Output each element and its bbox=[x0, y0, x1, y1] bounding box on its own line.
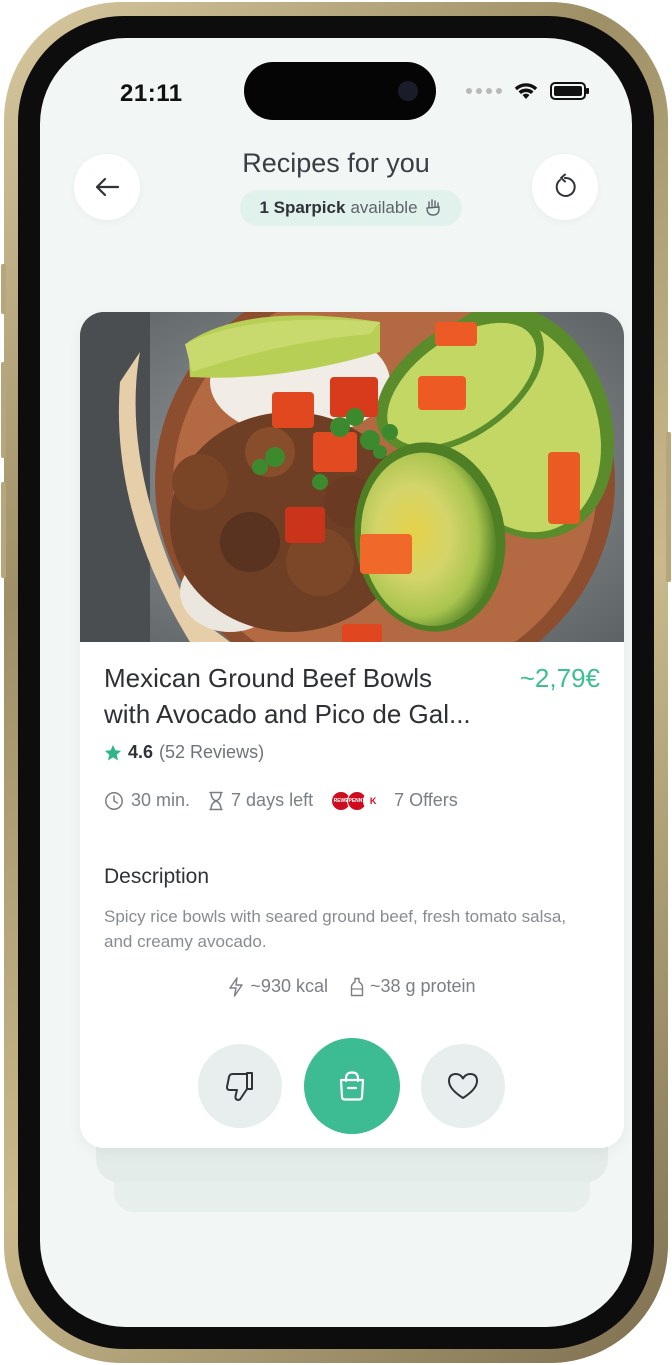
cellular-signal-icon bbox=[466, 88, 502, 94]
meta-row: 30 min. 7 days left REWE PENNY K 7 Offer… bbox=[104, 790, 458, 811]
phone-frame: 21:11 Recipes for you 1 Sparpick availab… bbox=[1, 2, 671, 1363]
volume-up-button bbox=[1, 362, 6, 458]
battery-icon bbox=[550, 82, 589, 100]
power-button bbox=[666, 432, 671, 582]
recipe-title-line-2: with Avocado and Pico de Gal... bbox=[104, 699, 471, 729]
recipe-image bbox=[80, 312, 624, 642]
back-arrow-icon bbox=[95, 177, 120, 197]
recipe-title-line-1: Mexican Ground Beef Bowls bbox=[104, 663, 433, 693]
status-time: 21:11 bbox=[120, 80, 183, 107]
sparpick-count: 1 Sparpick bbox=[259, 198, 346, 217]
screen: 21:11 Recipes for you 1 Sparpick availab… bbox=[40, 38, 632, 1327]
wifi-icon bbox=[514, 83, 538, 99]
recipe-title: Mexican Ground Beef Bowls with Avocado a… bbox=[104, 660, 504, 732]
refresh-button[interactable] bbox=[532, 154, 598, 220]
review-count: (52 Reviews) bbox=[159, 742, 265, 762]
calories: ~930 kcal bbox=[228, 976, 328, 997]
star-icon bbox=[104, 744, 122, 760]
dislike-button[interactable] bbox=[198, 1044, 282, 1128]
phone-bezel: 21:11 Recipes for you 1 Sparpick availab… bbox=[18, 16, 654, 1349]
heart-icon bbox=[448, 1073, 478, 1099]
favorite-button[interactable] bbox=[421, 1044, 505, 1128]
bottle-icon bbox=[350, 977, 364, 996]
recipe-card[interactable]: Mexican Ground Beef Bowls with Avocado a… bbox=[80, 312, 624, 1148]
sparpick-suffix: available bbox=[350, 198, 418, 217]
lightning-icon bbox=[229, 976, 244, 997]
sparpick-badge[interactable]: 1 Sparpick available bbox=[240, 190, 462, 226]
status-icons bbox=[466, 82, 589, 100]
days-left: 7 days left bbox=[208, 790, 313, 811]
add-to-cart-button[interactable] bbox=[304, 1038, 400, 1134]
cook-time-label: 30 min. bbox=[131, 790, 191, 810]
hourglass-icon bbox=[209, 791, 223, 810]
description-text: Spicy rice bowls with seared ground beef… bbox=[104, 907, 567, 951]
rating-value: 4.6 bbox=[128, 742, 154, 762]
description-heading: Description bbox=[104, 865, 210, 888]
protein-label: ~38 g protein bbox=[369, 976, 476, 996]
store-logos: REWE PENNY K bbox=[331, 790, 384, 811]
volume-down-button bbox=[1, 482, 6, 578]
offers[interactable]: REWE PENNY K 7 Offers bbox=[331, 790, 458, 811]
clock-icon bbox=[105, 791, 123, 810]
shopping-bag-icon bbox=[339, 1071, 365, 1101]
offers-label: 7 Offers bbox=[394, 790, 458, 810]
days-left-label: 7 days left bbox=[231, 790, 314, 810]
action-button bbox=[1, 264, 6, 314]
kaufland-logo: K bbox=[363, 790, 384, 811]
front-camera bbox=[398, 81, 418, 101]
dynamic-island bbox=[244, 62, 436, 120]
calories-label: ~930 kcal bbox=[250, 976, 328, 996]
nutrition-row: ~930 kcal ~38 g protein bbox=[80, 976, 624, 997]
cook-time: 30 min. bbox=[104, 790, 190, 811]
recipe-price: ~2,79€ bbox=[519, 663, 600, 693]
thumbs-down-icon bbox=[225, 1072, 253, 1101]
protein: ~38 g protein bbox=[350, 976, 476, 997]
refresh-icon bbox=[555, 173, 576, 197]
rating-row[interactable]: 4.6 (52 Reviews) bbox=[104, 742, 264, 763]
sparpick-hand-icon bbox=[425, 199, 440, 216]
